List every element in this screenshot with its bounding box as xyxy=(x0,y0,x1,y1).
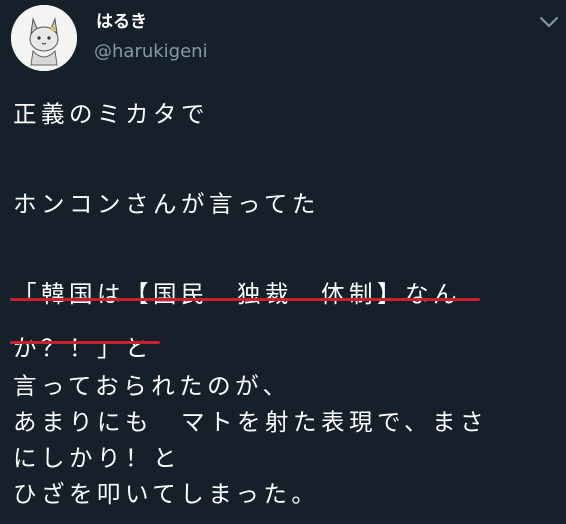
tweet-line: 正義のミカタで xyxy=(13,100,209,128)
highlight-underline-1 xyxy=(10,298,480,301)
tweet-line: 言っておられたのが、 xyxy=(13,372,291,400)
tweet-line: ひざを叩いてしまった。 xyxy=(13,480,320,508)
cat-avatar-icon xyxy=(11,5,77,71)
highlight-underline-2 xyxy=(10,341,160,344)
user-handle[interactable]: @harukigeni xyxy=(94,41,208,63)
tweet-card: はるき @harukigeni 正義のミカタで ホンコンさんが言ってた 「韓国は… xyxy=(0,0,566,524)
tweet-text: 正義のミカタで ホンコンさんが言ってた 「韓国は【国民 独裁 体制】なん か？！… xyxy=(13,96,553,512)
tweet-line: ホンコンさんが言ってた xyxy=(13,190,320,218)
display-name[interactable]: はるき xyxy=(96,12,147,32)
tweet-line: あまりにも マトを射た表現で、まさ xyxy=(13,408,489,436)
tweet-line: か？！」と xyxy=(13,334,153,362)
avatar[interactable] xyxy=(11,5,77,71)
chevron-down-icon[interactable] xyxy=(538,14,560,30)
tweet-line: にしかり！と xyxy=(13,444,181,472)
tweet-line: 「韓国は【国民 独裁 体制】なん xyxy=(13,280,461,308)
